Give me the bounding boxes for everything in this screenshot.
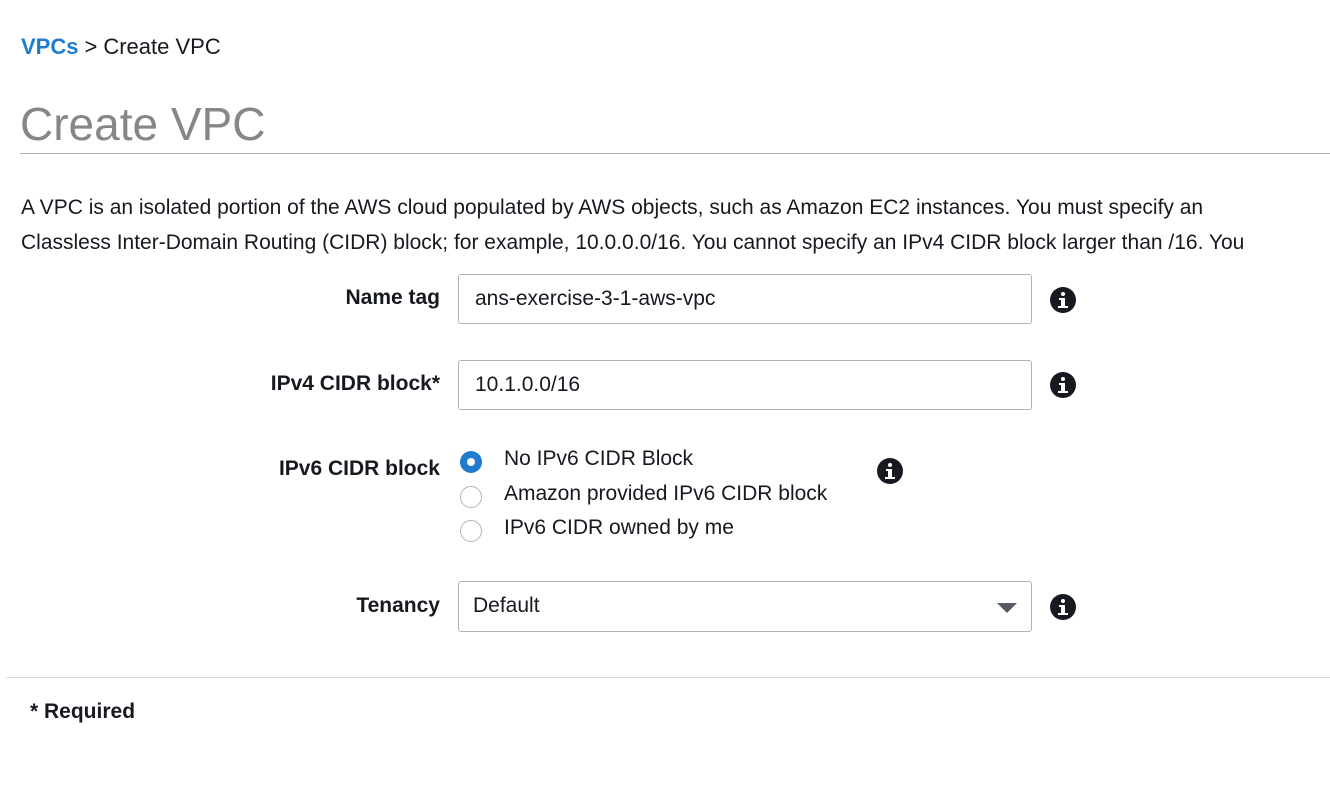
description-line-2: Classless Inter-Domain Routing (CIDR) bl… [21, 231, 1245, 254]
ipv4-cidr-label: IPv4 CIDR block* [270, 372, 440, 395]
radio-button[interactable] [460, 520, 482, 542]
tenancy-select[interactable]: Default [458, 581, 1032, 632]
info-icon[interactable] [1050, 287, 1076, 313]
info-icon[interactable] [877, 458, 903, 484]
radio-button-selected[interactable] [460, 451, 482, 473]
footer-divider [6, 677, 1330, 678]
radio-label: Amazon provided IPv6 CIDR block [504, 482, 828, 505]
tenancy-selected-value: Default [473, 594, 540, 617]
name-tag-label: Name tag [345, 286, 440, 309]
breadcrumb: VPCs > Create VPC [21, 34, 221, 60]
breadcrumb-current: Create VPC [103, 34, 221, 59]
description-line-1: A VPC is an isolated portion of the AWS … [21, 196, 1204, 219]
radio-button[interactable] [460, 486, 482, 508]
description: A VPC is an isolated portion of the AWS … [21, 190, 1330, 260]
title-divider [20, 153, 1330, 154]
radio-label: No IPv6 CIDR Block [504, 447, 694, 470]
required-note: * Required [30, 700, 136, 723]
info-icon[interactable] [1050, 372, 1076, 398]
ipv4-cidr-input[interactable] [458, 360, 1032, 410]
ipv6-cidr-label: IPv6 CIDR block [278, 457, 440, 480]
page-title: Create VPC [20, 98, 266, 150]
name-tag-input[interactable] [458, 274, 1032, 324]
breadcrumb-separator: > [84, 34, 98, 59]
tenancy-label: Tenancy [356, 594, 440, 617]
info-icon[interactable] [1050, 594, 1076, 620]
chevron-down-icon [997, 603, 1017, 613]
radio-label: IPv6 CIDR owned by me [504, 516, 734, 539]
breadcrumb-link-vpcs[interactable]: VPCs [21, 34, 78, 59]
